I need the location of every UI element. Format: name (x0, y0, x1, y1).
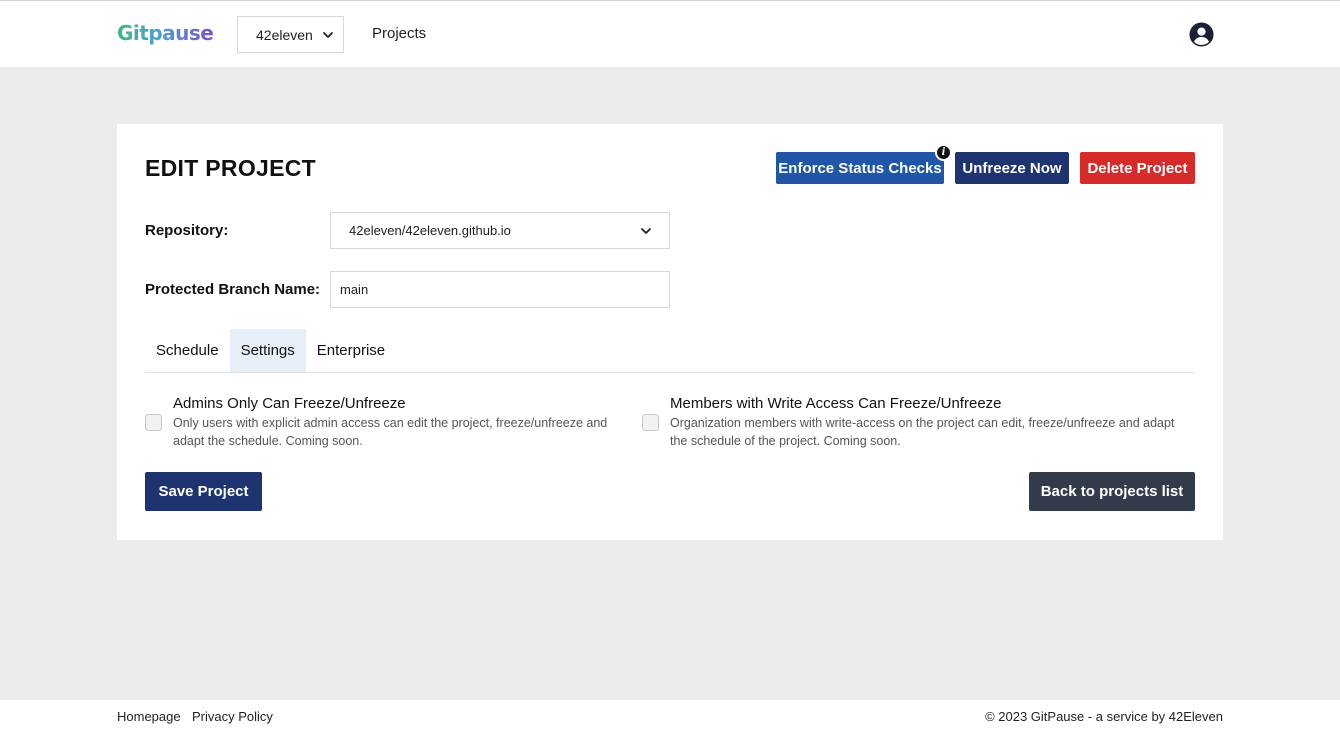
project-tabs: Schedule Settings Enterprise (145, 329, 1195, 373)
info-icon[interactable]: i (935, 144, 952, 161)
members-write-access-title: Members with Write Access Can Freeze/Unf… (670, 395, 1002, 412)
tab-settings[interactable]: Settings (229, 329, 306, 372)
admins-only-title: Admins Only Can Freeze/Unfreeze (173, 395, 406, 412)
gitpause-logo[interactable]: Gitpause (117, 21, 214, 45)
organization-selector-value: 42eleven (256, 26, 313, 43)
repository-select[interactable]: 42eleven/42eleven.github.io (330, 212, 670, 249)
chevron-down-icon (322, 31, 333, 38)
enforce-status-checks-button[interactable]: Enforce Status Checks (776, 152, 944, 184)
footer-link-privacy-policy[interactable]: Privacy Policy (192, 709, 273, 724)
repository-label: Repository: (145, 222, 229, 239)
edit-project-card: EDIT PROJECT Enforce Status Checks i Unf… (117, 124, 1223, 540)
top-navbar: Gitpause 42eleven Projects (0, 0, 1340, 67)
tab-enterprise[interactable]: Enterprise (306, 329, 396, 372)
admins-only-description: Only users with explicit admin access ca… (173, 416, 608, 448)
tab-schedule[interactable]: Schedule (145, 329, 230, 372)
admins-only-checkbox[interactable] (145, 414, 162, 431)
members-write-access-checkbox[interactable] (642, 414, 659, 431)
protected-branch-input[interactable] (330, 271, 670, 308)
delete-project-button[interactable]: Delete Project (1080, 152, 1195, 184)
organization-selector[interactable]: 42eleven (237, 16, 344, 53)
nav-link-projects[interactable]: Projects (372, 25, 426, 42)
footer: Homepage Privacy Policy © 2023 GitPause … (0, 700, 1340, 734)
chevron-down-icon (641, 228, 651, 234)
page-title: EDIT PROJECT (145, 155, 317, 181)
user-account-icon[interactable] (1189, 22, 1214, 47)
footer-copyright: © 2023 GitPause - a service by 42Eleven (985, 709, 1223, 724)
repository-select-value: 42eleven/42eleven.github.io (349, 223, 511, 238)
protected-branch-label: Protected Branch Name: (145, 281, 321, 298)
back-to-projects-button[interactable]: Back to projects list (1029, 472, 1195, 511)
members-write-access-description: Organization members with write-access o… (670, 416, 1175, 448)
footer-link-homepage[interactable]: Homepage (117, 709, 181, 724)
save-project-button[interactable]: Save Project (145, 472, 262, 511)
unfreeze-now-button[interactable]: Unfreeze Now (955, 152, 1069, 184)
